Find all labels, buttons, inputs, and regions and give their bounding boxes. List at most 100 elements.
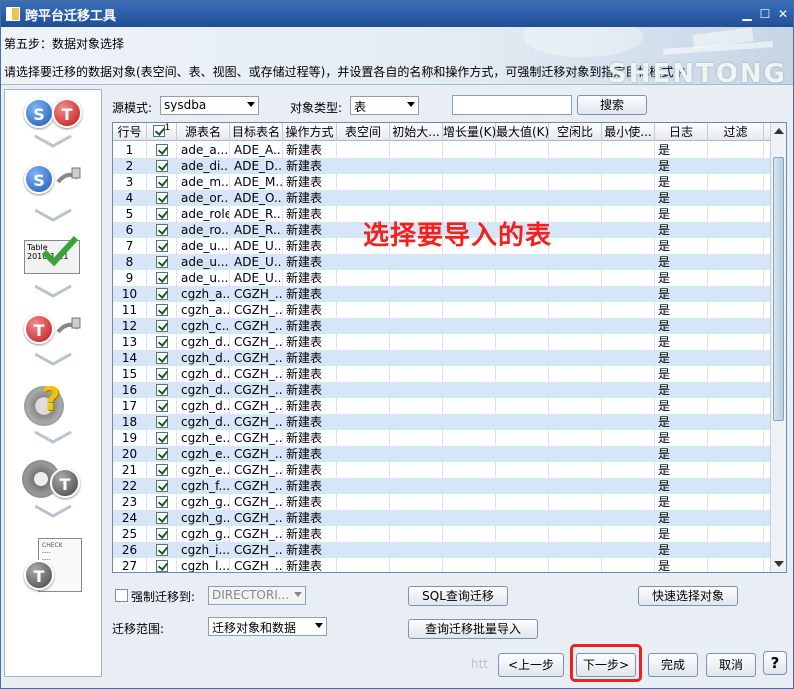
table-row[interactable]: 8 ade_u... ADE_U... 新建表 是 (113, 254, 770, 270)
header-col-select[interactable]: 1 (147, 123, 177, 141)
row-checkbox[interactable] (155, 560, 168, 572)
row-checkbox[interactable] (155, 448, 168, 460)
force-target-select[interactable]: DIRECTORI... (208, 586, 306, 605)
row-checkbox[interactable] (155, 160, 168, 172)
row-checkbox[interactable] (155, 320, 168, 332)
header-col-source-name[interactable]: 源表名 (177, 123, 230, 141)
row-checkbox[interactable] (155, 544, 168, 556)
minimize-icon[interactable]: ▁ (739, 6, 755, 22)
scroll-thumb[interactable] (773, 157, 784, 421)
table-row[interactable]: 15 cgzh_d... CGZH_... 新建表 是 (113, 366, 770, 382)
row-checkbox[interactable] (155, 144, 168, 156)
table-row[interactable]: 20 cgzh_e... CGZH_... 新建表 是 (113, 446, 770, 462)
quick-select-objects-button[interactable]: 快速选择对象 (638, 586, 738, 606)
row-checkbox-cell[interactable] (147, 158, 177, 174)
row-checkbox[interactable] (155, 432, 168, 444)
table-row[interactable]: 14 cgzh_d... CGZH_... 新建表 是 (113, 350, 770, 366)
row-checkbox[interactable] (155, 208, 168, 220)
row-checkbox-cell[interactable] (147, 270, 177, 286)
row-checkbox-cell[interactable] (147, 206, 177, 222)
row-checkbox[interactable] (155, 400, 168, 412)
scroll-down-icon[interactable] (774, 561, 784, 567)
row-checkbox-cell[interactable] (147, 398, 177, 414)
table-row[interactable]: 22 cgzh_f... CGZH_... 新建表 是 (113, 478, 770, 494)
row-checkbox-cell[interactable] (147, 366, 177, 382)
cancel-button[interactable]: 取消 (706, 653, 756, 677)
row-checkbox-cell[interactable] (147, 510, 177, 526)
scroll-up-icon[interactable] (774, 128, 784, 134)
table-row[interactable]: 13 cgzh_d... CGZH_... 新建表 是 (113, 334, 770, 350)
table-row[interactable]: 24 cgzh_g... CGZH_... 新建表 是 (113, 510, 770, 526)
row-checkbox[interactable] (155, 384, 168, 396)
table-row[interactable]: 11 cgzh_a... CGZH_... 新建表 是 (113, 302, 770, 318)
finish-button[interactable]: 完成 (648, 653, 698, 677)
vertical-scrollbar[interactable] (770, 123, 786, 572)
search-input[interactable] (452, 95, 572, 115)
row-checkbox[interactable] (155, 304, 168, 316)
row-checkbox-cell[interactable] (147, 254, 177, 270)
header-col-max[interactable]: 最大值(K) (496, 123, 549, 141)
table-row[interactable]: 25 cgzh_g... CGZH_... 新建表 是 (113, 526, 770, 542)
header-col-initial-size[interactable]: 初始大... (390, 123, 443, 141)
row-checkbox[interactable] (155, 368, 168, 380)
close-icon[interactable]: ✕ (775, 6, 791, 22)
header-col-min-use[interactable]: 最小使... (602, 123, 655, 141)
table-row[interactable]: 17 cgzh_d... CGZH_... 新建表 是 (113, 398, 770, 414)
search-button[interactable]: 搜索 (577, 95, 647, 115)
row-checkbox[interactable] (155, 464, 168, 476)
row-checkbox-cell[interactable] (147, 526, 177, 542)
row-checkbox[interactable] (155, 176, 168, 188)
maximize-icon[interactable]: ☐ (757, 6, 773, 22)
row-checkbox[interactable] (155, 192, 168, 204)
help-button[interactable]: ? (763, 651, 787, 675)
row-checkbox[interactable] (155, 272, 168, 284)
header-col-free-ratio[interactable]: 空闲比 (549, 123, 602, 141)
header-col-filter[interactable]: 过滤 (708, 123, 764, 141)
row-checkbox-cell[interactable] (147, 142, 177, 158)
row-checkbox-cell[interactable] (147, 382, 177, 398)
row-checkbox-cell[interactable] (147, 446, 177, 462)
object-type-select[interactable]: 表 (350, 96, 419, 115)
table-row[interactable]: 19 cgzh_e... CGZH_... 新建表 是 (113, 430, 770, 446)
row-checkbox[interactable] (155, 336, 168, 348)
sql-query-migrate-button[interactable]: SQL查询迁移 (408, 586, 508, 606)
row-checkbox-cell[interactable] (147, 318, 177, 334)
row-checkbox[interactable] (155, 352, 168, 364)
row-checkbox-cell[interactable] (147, 190, 177, 206)
row-checkbox[interactable] (155, 480, 168, 492)
table-row[interactable]: 10 cgzh_a... CGZH_... 新建表 是 (113, 286, 770, 302)
row-checkbox-cell[interactable] (147, 430, 177, 446)
table-row[interactable]: 27 cgzh_l... CGZH_... 新建表 是 (113, 558, 770, 572)
row-checkbox-cell[interactable] (147, 302, 177, 318)
row-checkbox-cell[interactable] (147, 334, 177, 350)
table-row[interactable]: 21 cgzh_e... CGZH_... 新建表 是 (113, 462, 770, 478)
row-checkbox-cell[interactable] (147, 558, 177, 572)
row-checkbox[interactable] (155, 528, 168, 540)
select-all-checkbox[interactable] (152, 125, 165, 137)
batch-import-button[interactable]: 查询迁移批量导入 (408, 619, 538, 639)
row-checkbox[interactable] (155, 288, 168, 300)
row-checkbox-cell[interactable] (147, 414, 177, 430)
table-row[interactable]: 2 ade_di... ADE_D... 新建表 是 (113, 158, 770, 174)
row-checkbox-cell[interactable] (147, 494, 177, 510)
row-checkbox[interactable] (155, 240, 168, 252)
table-row[interactable]: 3 ade_m... ADE_M... 新建表 是 (113, 174, 770, 190)
scope-select[interactable]: 迁移对象和数据 (208, 617, 327, 636)
header-col-target-name[interactable]: 目标表名 (230, 123, 283, 141)
row-checkbox-cell[interactable] (147, 286, 177, 302)
table-row[interactable]: 23 cgzh_g... CGZH_... 新建表 是 (113, 494, 770, 510)
table-row[interactable]: 18 cgzh_d... CGZH_... 新建表 是 (113, 414, 770, 430)
row-checkbox[interactable] (155, 512, 168, 524)
prev-button[interactable]: <上一步 (498, 653, 564, 677)
source-schema-select[interactable]: sysdba (160, 96, 259, 115)
row-checkbox[interactable] (155, 256, 168, 268)
row-checkbox-cell[interactable] (147, 238, 177, 254)
row-checkbox-cell[interactable] (147, 174, 177, 190)
table-row[interactable]: 12 cgzh_c... CGZH_... 新建表 是 (113, 318, 770, 334)
header-col-tablespace[interactable]: 表空间 (337, 123, 390, 141)
force-migrate-checkbox[interactable] (115, 589, 128, 602)
row-checkbox-cell[interactable] (147, 222, 177, 238)
table-row[interactable]: 1 ade_a... ADE_A... 新建表 是 (113, 142, 770, 158)
header-col-growth[interactable]: 增长量(K) (443, 123, 496, 141)
row-checkbox[interactable] (155, 496, 168, 508)
